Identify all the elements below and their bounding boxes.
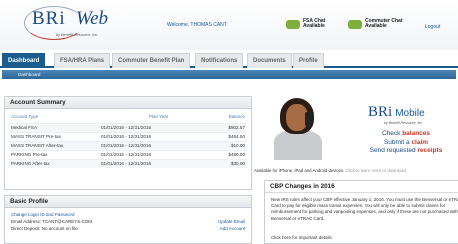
- logo-sub: Web: [76, 8, 109, 29]
- change-login-link[interactable]: Change Login ID and Password: [11, 212, 75, 217]
- logout-link[interactable]: Logout: [425, 24, 440, 30]
- app-header: BRi Web by Benefit Resource, Inc. Welcom…: [0, 0, 458, 50]
- table-row[interactable]: PARKING After-tax 01/01/2016 - 12/31/201…: [9, 159, 247, 168]
- col-balance: Balance: [228, 114, 245, 119]
- cbp-details-link[interactable]: Click here for important details.: [271, 235, 333, 240]
- basic-profile-panel: Basic Profile Change Login ID and Passwo…: [4, 195, 252, 244]
- commuter-chat-button[interactable]: Commuter Chat Available: [348, 16, 403, 32]
- main-tabs: Dashboard FSA/HRA Plans Commuter Benefit…: [0, 50, 458, 68]
- table-row[interactable]: MASS TRANSIT After-tax 01/01/2016 - 12/3…: [9, 141, 247, 150]
- update-email-link[interactable]: Update Email: [218, 219, 245, 224]
- chat-bubble-icon: [286, 19, 300, 29]
- promo-features: Check balances Submit a claim Send reque…: [369, 130, 443, 154]
- bri-web-logo[interactable]: BRi Web by Benefit Resource, Inc.: [24, 6, 125, 42]
- col-account-type: Account Type: [11, 114, 39, 119]
- breadcrumb: Dashboard: [2, 70, 456, 79]
- table-row[interactable]: MASS TRANSIT Pre-tax 01/01/2016 - 12/31/…: [9, 132, 247, 141]
- tab-notifications[interactable]: Notifications: [195, 53, 244, 68]
- cbp-changes-body: New IRS rules affect your CBP effective …: [271, 197, 458, 221]
- fsa-chat-status: Available: [303, 23, 325, 29]
- learn-more-link[interactable]: Click to learn more or download: [345, 168, 405, 173]
- tab-profile[interactable]: Profile: [293, 53, 324, 68]
- tab-fsa-hra-plans[interactable]: FSA/HRA Plans: [54, 53, 111, 68]
- commuter-chat-status: Available: [365, 23, 387, 29]
- direct-deposit: Direct Deposit: No account on file.: [11, 226, 80, 231]
- cbp-changes-panel: CBP Changes in 2016 New IRS rules affect…: [264, 180, 458, 244]
- mobile-availability: Available for iPhone, iPad and Android d…: [254, 168, 406, 173]
- cbp-changes-title: CBP Changes in 2016: [265, 181, 458, 193]
- logo-tagline: by Benefit Resource, Inc.: [56, 33, 99, 37]
- tab-documents[interactable]: Documents: [247, 53, 292, 68]
- woman-with-phone-image: [272, 96, 322, 160]
- add-account-link[interactable]: Add Account: [220, 226, 245, 231]
- account-summary-panel: Account Summary Account Type Plan Year B…: [4, 96, 252, 190]
- table-row[interactable]: Medical FSA 01/01/2016 - 12/31/2016 $902…: [9, 123, 247, 132]
- account-summary-header: Account Type Plan Year Balance: [9, 113, 247, 121]
- fsa-chat-button[interactable]: FSA Chat Available: [286, 16, 325, 32]
- bri-mobile-promo[interactable]: BRi Mobile by Benefit Resource, Inc. Chec…: [258, 96, 458, 166]
- account-summary-title: Account Summary: [5, 97, 251, 109]
- bri-mobile-logo: BRi Mobile by Benefit Resource, Inc.: [368, 104, 425, 125]
- breadcrumb-dashboard[interactable]: Dashboard: [14, 71, 44, 78]
- welcome-text: Welcome, THOMAS CANT: [167, 22, 227, 28]
- table-row[interactable]: PARKING Pre-tax 01/01/2016 - 12/31/2016 …: [9, 150, 247, 159]
- tab-commuter-benefit-plan[interactable]: Commuter Benefit Plan: [112, 53, 191, 68]
- col-plan-year: Plan Year: [149, 114, 169, 119]
- email-address: Email Address: TCANT@CAREYS.COM: [11, 219, 93, 224]
- phone-icon: [305, 112, 313, 126]
- basic-profile-title: Basic Profile: [5, 196, 251, 208]
- logo-main: BRi: [32, 8, 66, 29]
- tab-dashboard[interactable]: Dashboard: [2, 53, 46, 68]
- chat-bubble-icon: [348, 19, 362, 29]
